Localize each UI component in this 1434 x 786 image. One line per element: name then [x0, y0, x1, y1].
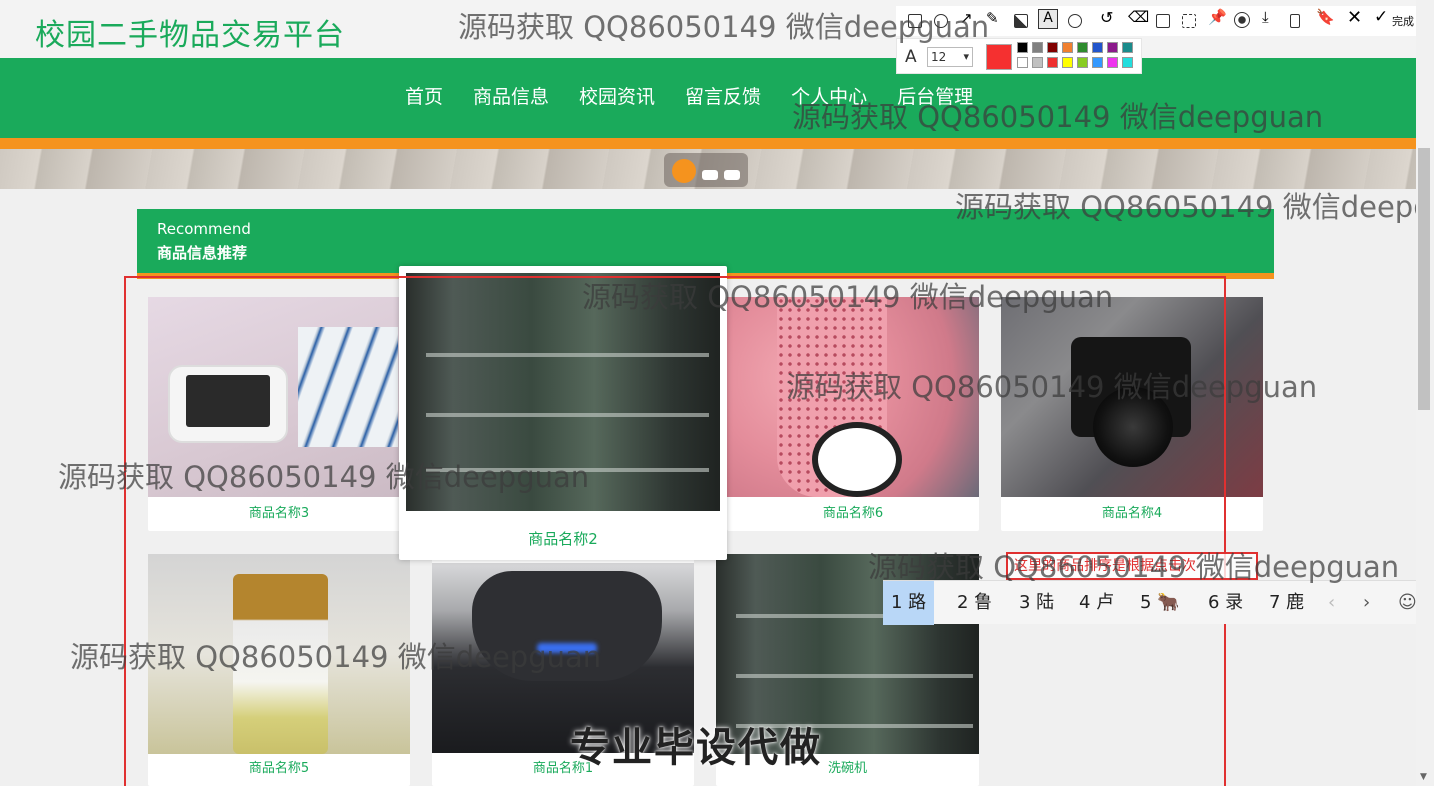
color-swatch[interactable]: [1047, 57, 1058, 68]
font-size-select[interactable]: 12: [927, 47, 973, 67]
crop-icon[interactable]: [1182, 14, 1196, 28]
recommend-header: Recommend 商品信息推荐: [137, 209, 1274, 273]
mosaic-icon[interactable]: [1014, 14, 1028, 28]
check-icon[interactable]: ✓: [1374, 7, 1388, 27]
capture-toolbar: ↗ ✎ A ↺ ⌫ 📌 ⤓ 🔖 ✕ ✓ 完成: [896, 6, 1434, 36]
color-swatch[interactable]: [1092, 57, 1103, 68]
ime-next-icon[interactable]: ›: [1363, 581, 1370, 625]
color-swatch[interactable]: [1122, 57, 1133, 68]
ocr-icon[interactable]: [1156, 14, 1170, 28]
pin-icon[interactable]: 📌: [1208, 8, 1227, 26]
nav-item-profile[interactable]: 个人中心: [776, 82, 882, 109]
ime-candidate[interactable]: 2 鲁: [957, 581, 992, 625]
current-color-swatch[interactable]: [986, 44, 1012, 70]
carousel-dot[interactable]: [724, 170, 740, 180]
ime-candidate-bar: 1 路 2 鲁 3 陆 4 卢 5 🐂 6 录 7 鹿 ‹ › ☺: [883, 580, 1434, 625]
ime-candidate[interactable]: 4 卢: [1079, 581, 1114, 625]
ime-candidate[interactable]: 7 鹿: [1269, 581, 1304, 625]
nav-bar: 首页 商品信息 校园资讯 留言反馈 个人中心 后台管理: [0, 58, 1416, 138]
promo-watermark: 专业毕设代做: [570, 725, 822, 771]
nav-divider: [0, 138, 1416, 149]
text-style-panel: A 12: [896, 38, 1142, 74]
site-title[interactable]: 校园二手物品交易平台: [35, 10, 345, 54]
ime-candidate[interactable]: 5 🐂: [1140, 581, 1180, 625]
color-swatch[interactable]: [1107, 57, 1118, 68]
annotation-note: 这里的商品排序是根据点击次: [1006, 552, 1258, 580]
ime-emoji-icon[interactable]: ☺: [1398, 581, 1417, 625]
nav-menu: 首页 商品信息 校园资讯 留言反馈 个人中心 后台管理: [390, 82, 988, 109]
page-scrollbar[interactable]: ▼: [1416, 0, 1434, 786]
carousel-dot-active[interactable]: [672, 159, 696, 183]
number-icon[interactable]: [1068, 14, 1082, 28]
color-swatch[interactable]: [1077, 42, 1088, 53]
color-swatch[interactable]: [1107, 42, 1118, 53]
color-swatch[interactable]: [1032, 57, 1043, 68]
ime-candidate[interactable]: 6 录: [1208, 581, 1243, 625]
color-swatch[interactable]: [1092, 42, 1103, 53]
undo-icon[interactable]: ↺: [1100, 8, 1113, 27]
delete-icon[interactable]: ⌫: [1128, 8, 1149, 26]
carousel-indicators: [664, 153, 748, 187]
color-swatch[interactable]: [1062, 57, 1073, 68]
scrollbar-thumb[interactable]: [1418, 148, 1430, 410]
record-icon[interactable]: [1234, 12, 1250, 28]
color-swatch[interactable]: [1017, 42, 1028, 53]
text-icon[interactable]: A: [1038, 9, 1058, 29]
rectangle-icon[interactable]: [908, 14, 922, 28]
recommend-title-en: Recommend: [157, 220, 251, 238]
phone-icon[interactable]: [1290, 14, 1300, 28]
color-swatch[interactable]: [1032, 42, 1043, 53]
nav-item-home[interactable]: 首页: [390, 82, 458, 109]
ime-candidate[interactable]: 1 路: [883, 581, 935, 625]
ime-candidate[interactable]: 3 陆: [1019, 581, 1054, 625]
color-swatch[interactable]: [1077, 57, 1088, 68]
scroll-down-icon[interactable]: ▼: [1420, 772, 1427, 782]
color-swatch[interactable]: [1062, 42, 1073, 53]
nav-item-products[interactable]: 商品信息: [458, 82, 564, 109]
download-icon[interactable]: ⤓: [1262, 8, 1269, 26]
ellipse-icon[interactable]: [934, 14, 948, 28]
done-button[interactable]: 完成: [1392, 13, 1414, 29]
arrow-icon[interactable]: ↗: [960, 9, 973, 27]
ime-prev-icon[interactable]: ‹: [1328, 581, 1335, 625]
font-icon: A: [905, 47, 917, 67]
nav-item-news[interactable]: 校园资讯: [564, 82, 670, 109]
annotation-frame: [124, 276, 1226, 786]
bookmark-icon[interactable]: 🔖: [1316, 8, 1335, 26]
carousel-dot[interactable]: [702, 170, 718, 180]
color-swatch[interactable]: [1017, 57, 1028, 68]
recommend-title-cn: 商品信息推荐: [157, 244, 248, 262]
color-swatch[interactable]: [1122, 42, 1133, 53]
close-icon[interactable]: ✕: [1347, 7, 1362, 28]
color-swatch[interactable]: [1047, 42, 1058, 53]
nav-item-feedback[interactable]: 留言反馈: [670, 82, 776, 109]
nav-item-admin[interactable]: 后台管理: [882, 82, 988, 109]
pen-icon[interactable]: ✎: [986, 9, 999, 27]
